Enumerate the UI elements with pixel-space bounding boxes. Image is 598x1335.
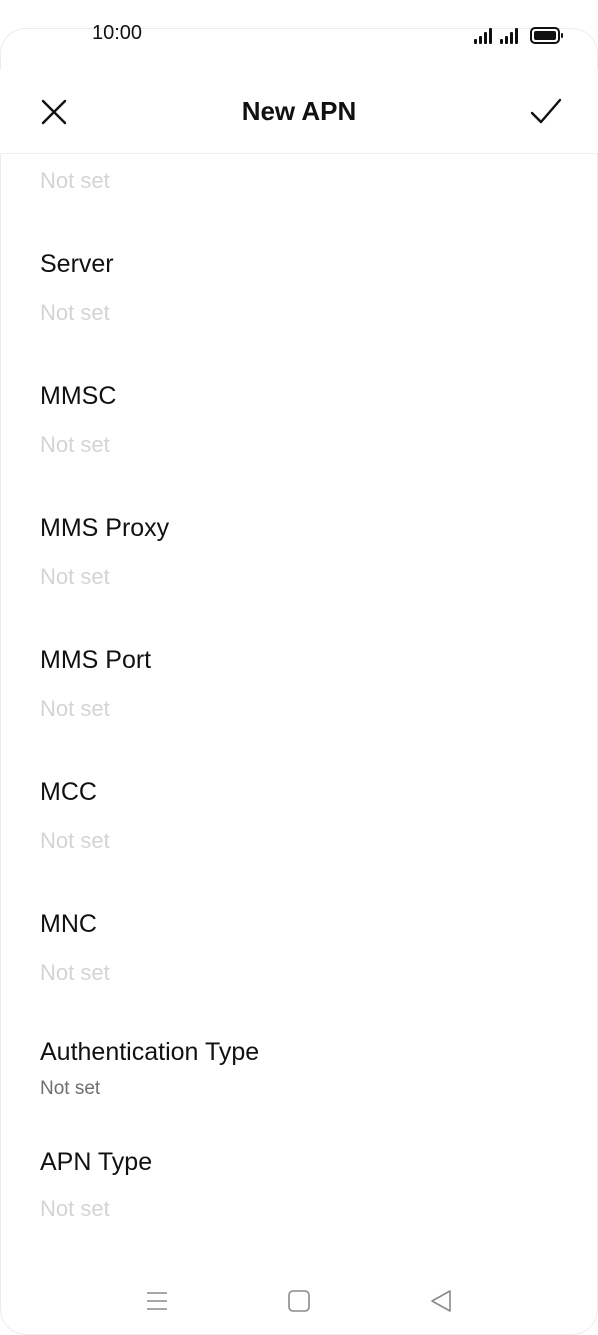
field-label: MMS Port xyxy=(40,646,152,674)
field-server[interactable]: Server Not set xyxy=(0,234,598,354)
field-value: Not set xyxy=(40,564,110,589)
field-apn-type[interactable]: APN Type Not set xyxy=(0,1138,598,1258)
field-value: Not set xyxy=(40,1078,101,1099)
field-value: Not set xyxy=(40,960,110,985)
field-label: APN Type xyxy=(40,1148,153,1176)
field-value: Not set xyxy=(40,432,110,457)
field-label: MCC xyxy=(40,778,97,806)
field-authentication-type[interactable]: Authentication Type Not set xyxy=(0,1026,598,1126)
check-icon xyxy=(530,98,562,124)
list-item-partial[interactable]: Not set xyxy=(0,154,598,218)
home-button[interactable] xyxy=(284,1286,314,1316)
field-value: Not set xyxy=(40,828,110,853)
home-icon xyxy=(288,1290,310,1312)
back-button[interactable] xyxy=(426,1286,456,1316)
field-label: Authentication Type xyxy=(40,1038,260,1066)
field-value: Not set xyxy=(40,696,110,721)
navigation-bar xyxy=(0,1270,598,1330)
signal-1-icon xyxy=(474,26,492,44)
signal-2-icon xyxy=(500,26,518,44)
status-time: 10:00 xyxy=(92,22,143,44)
confirm-button[interactable] xyxy=(526,92,566,132)
field-label: MMSC xyxy=(40,382,117,410)
screen: 10:00 New APN Not set Server Not set MMS… xyxy=(0,0,598,1335)
status-bar: 10:00 xyxy=(0,0,598,66)
field-value: Not set xyxy=(40,300,110,325)
field-mmsc[interactable]: MMSC Not set xyxy=(0,366,598,486)
field-mcc[interactable]: MCC Not set xyxy=(0,762,598,882)
menu-button[interactable] xyxy=(142,1286,172,1316)
status-icons xyxy=(474,24,563,44)
field-mms-port[interactable]: MMS Port Not set xyxy=(0,630,598,750)
page-title: New APN xyxy=(241,96,357,126)
field-label: MNC xyxy=(40,910,97,938)
battery-icon xyxy=(530,27,563,44)
field-mms-proxy[interactable]: MMS Proxy Not set xyxy=(0,498,598,618)
field-label: Server xyxy=(40,250,114,278)
field-value: Not set xyxy=(40,1196,110,1221)
field-value: Not set xyxy=(40,168,110,193)
field-mnc[interactable]: MNC Not set xyxy=(0,894,598,1014)
field-label: MMS Proxy xyxy=(40,514,170,542)
title-bar: New APN xyxy=(0,70,598,154)
menu-icon xyxy=(147,1292,167,1310)
back-icon xyxy=(431,1290,451,1312)
